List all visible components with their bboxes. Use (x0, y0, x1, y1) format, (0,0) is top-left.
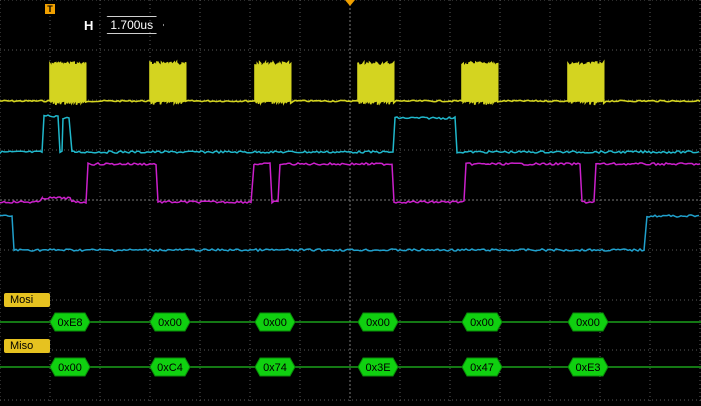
bus-packet-value: 0x00 (366, 317, 390, 329)
bus-packet-value: 0x00 (158, 317, 182, 329)
trigger-position-marker[interactable]: T (45, 4, 55, 14)
waveform-area: 0xE8 0x00 0x00 0x00 0x00 0x00 0x00 0xC4 0x74 0x3E… (0, 0, 701, 401)
trigger-center-icon (345, 0, 355, 6)
bus-packet-value: 0x00 (576, 317, 600, 329)
timebase-value: 1.700us (99, 16, 164, 34)
bus-packet-value: 0xC4 (157, 362, 183, 374)
bus-packet-value: 0x00 (263, 317, 287, 329)
bus-packet-value: 0x00 (470, 317, 494, 329)
bus-packet-value: 0x74 (263, 362, 287, 374)
bus-packet-value: 0x47 (470, 362, 494, 374)
oscilloscope-display: 0xE8 0x00 0x00 0x00 0x00 0x00 0x00 0xC4 0x74 0x3E… (0, 0, 701, 401)
horizontal-scale-readout[interactable]: H 1.700us (84, 16, 164, 34)
bus-tag-miso[interactable]: Miso (4, 339, 50, 353)
bus-tag-mosi[interactable]: Mosi (4, 293, 50, 307)
bus-packet-value: 0x3E (365, 362, 390, 374)
horizontal-label: H (84, 17, 94, 33)
bus-packet-value: 0xE3 (575, 362, 600, 374)
bus-packet-value: 0xE8 (57, 317, 82, 329)
bus-packet-value: 0x00 (58, 362, 82, 374)
